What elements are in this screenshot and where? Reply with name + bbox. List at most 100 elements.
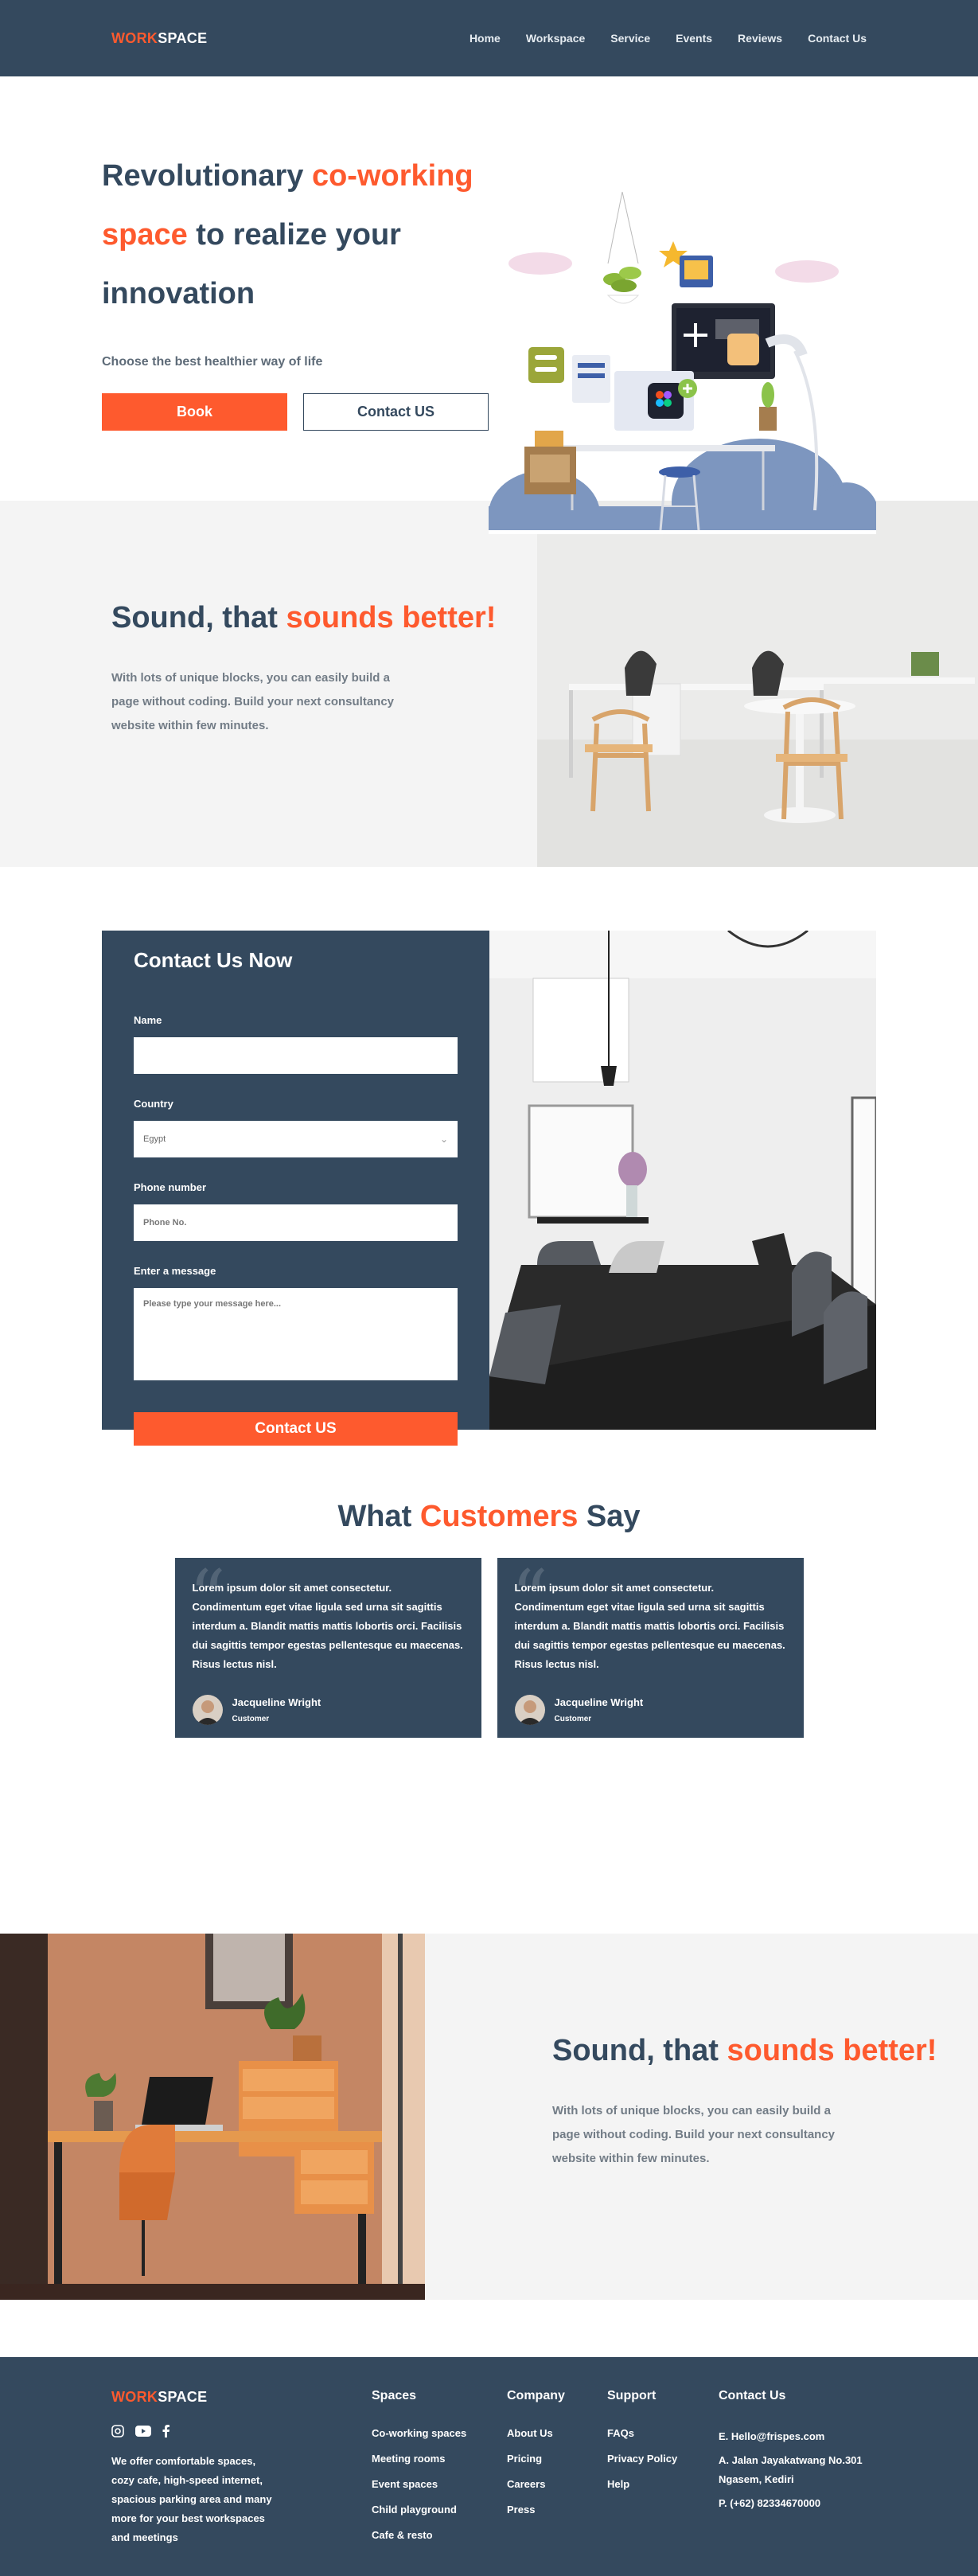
nav-reviews[interactable]: Reviews: [738, 32, 782, 45]
social-links: [111, 2425, 372, 2437]
footer-link-pricing[interactable]: Pricing: [507, 2453, 607, 2465]
testimonial-role: Customer: [232, 1715, 270, 1723]
nav-service[interactable]: Service: [610, 32, 650, 45]
footer-phone: P. (+62) 82334670000: [719, 2497, 821, 2509]
footer-link-child-playground[interactable]: Child playground: [372, 2504, 507, 2516]
sound-title-2: Sound, that sounds better!: [552, 2021, 937, 2080]
footer-link-cafe-resto[interactable]: Cafe & resto: [372, 2529, 507, 2541]
nav-links: Home Workspace Service Events Reviews Co…: [470, 32, 867, 45]
sound-text-2: Sound, that sounds better! With lots of …: [425, 1934, 937, 2300]
testimonial-person: Jacqueline Wright Customer: [514, 1695, 786, 1725]
sound-section-1: Sound, that sounds better! With lots of …: [0, 501, 978, 867]
country-value: Egypt: [143, 1134, 166, 1144]
sound-section-2: Sound, that sounds better! With lots of …: [0, 1934, 978, 2300]
hero-buttons: Book Contact US: [102, 393, 500, 431]
desk-photo: [0, 1934, 425, 2300]
footer-link-faqs[interactable]: FAQs: [607, 2427, 719, 2439]
hero-section: Revolutionary co-working space to realiz…: [0, 76, 978, 534]
logo-part-space: SPACE: [158, 29, 208, 46]
footer-email: E. Hello@frispes.com: [719, 2430, 825, 2442]
footer-col-contact: Contact Us E. Hello@frispes.com A. Jalan…: [719, 2389, 870, 2576]
sound-title-1: Sound, that sounds better!: [111, 588, 537, 647]
hero-contact-button[interactable]: Contact US: [303, 393, 489, 431]
nav-home[interactable]: Home: [470, 32, 501, 45]
testimonial-name: Jacqueline Wright: [232, 1696, 321, 1708]
phone-placeholder: Phone No.: [143, 1218, 187, 1228]
footer-brand: WORKSPACE We offer comfortable spaces, c…: [111, 2389, 372, 2576]
hero-title-part1: Revolutionary: [102, 159, 312, 193]
footer-col-support: Support FAQs Privacy Policy Help: [607, 2389, 719, 2576]
sound2-title-part1: Sound, that: [552, 2034, 727, 2067]
footer-link-privacy[interactable]: Privacy Policy: [607, 2453, 719, 2465]
testimonials-title-accent: Customers: [419, 1500, 579, 1533]
nav-workspace[interactable]: Workspace: [526, 32, 585, 45]
footer-link-about[interactable]: About Us: [507, 2427, 607, 2439]
youtube-icon[interactable]: [135, 2426, 151, 2437]
contact-section: Contact Us Now Name Country Egypt ⌄ Phon…: [0, 867, 978, 1500]
sound1-title-part1: Sound, that: [111, 601, 286, 634]
hero-text: Revolutionary co-working space to realiz…: [102, 146, 500, 431]
facebook-icon[interactable]: [162, 2425, 170, 2437]
logo-part-work: WORK: [111, 29, 158, 46]
sound-body-2: With lots of unique blocks, you can easi…: [552, 2104, 836, 2165]
message-label: Enter a message: [134, 1265, 216, 1277]
book-button[interactable]: Book: [102, 393, 287, 431]
footer-link-meeting-rooms[interactable]: Meeting rooms: [372, 2453, 507, 2465]
testimonial-text: Lorem ipsum dolor sit amet consectetur. …: [514, 1582, 785, 1670]
footer-link-careers[interactable]: Careers: [507, 2478, 607, 2490]
nav-contact-us[interactable]: Contact Us: [808, 32, 867, 45]
footer-col-company: Company About Us Pricing Careers Press: [507, 2389, 607, 2576]
testimonial-role: Customer: [554, 1715, 592, 1723]
testimonial-text: Lorem ipsum dolor sit amet consectetur. …: [192, 1582, 463, 1670]
footer-logo[interactable]: WORKSPACE: [111, 2389, 372, 2406]
testimonial-person: Jacqueline Wright Customer: [192, 1695, 464, 1725]
hero-subtitle: Choose the best healthier way of life: [102, 355, 323, 369]
hero-title: Revolutionary co-working space to realiz…: [102, 146, 500, 323]
footer-address: A. Jalan Jayakatwang No.301 Ngasem, Kedi…: [719, 2454, 863, 2485]
footer-spaces-title: Spaces: [372, 2389, 417, 2402]
footer-support-title: Support: [607, 2389, 657, 2402]
top-navbar: WORKSPACE Home Workspace Service Events …: [0, 0, 978, 76]
footer-logo-space: SPACE: [158, 2389, 208, 2405]
message-field[interactable]: Please type your message here...: [134, 1288, 458, 1380]
footer-link-coworking[interactable]: Co-working spaces: [372, 2427, 507, 2439]
office-photo: [537, 501, 978, 867]
contact-submit-button[interactable]: Contact US: [134, 1412, 458, 1446]
testimonials-section: What Customers Say “ Lorem ipsum dolor s…: [0, 1500, 978, 1934]
testimonials-title-part1: What: [337, 1500, 420, 1533]
country-select[interactable]: Egypt ⌄: [134, 1121, 458, 1157]
nav-events[interactable]: Events: [676, 32, 712, 45]
phone-field[interactable]: Phone No.: [134, 1204, 458, 1241]
avatar: [514, 1695, 545, 1725]
name-label: Name: [134, 1014, 162, 1026]
footer-link-press[interactable]: Press: [507, 2504, 607, 2516]
contact-title: Contact Us Now: [134, 948, 293, 972]
phone-label: Phone number: [134, 1181, 207, 1193]
testimonial-name: Jacqueline Wright: [554, 1696, 644, 1708]
footer-col-spaces: Spaces Co-working spaces Meeting rooms E…: [372, 2389, 507, 2576]
contact-form: Contact Us Now Name Country Egypt ⌄ Phon…: [102, 931, 489, 1446]
instagram-icon[interactable]: [111, 2425, 124, 2437]
testimonial-card: “ Lorem ipsum dolor sit amet consectetur…: [174, 1558, 481, 1738]
hero-illustration: [489, 192, 876, 534]
chevron-down-icon: ⌄: [439, 1134, 448, 1145]
logo[interactable]: WORKSPACE: [111, 30, 207, 47]
sound2-title-accent: sounds better!: [727, 2034, 937, 2067]
sound1-title-accent: sounds better!: [286, 601, 497, 634]
footer-company-title: Company: [507, 2389, 565, 2402]
footer-link-event-spaces[interactable]: Event spaces: [372, 2478, 507, 2490]
testimonial-card: “ Lorem ipsum dolor sit amet consectetur…: [497, 1558, 804, 1738]
testimonials-title-part2: Say: [578, 1500, 641, 1533]
footer-description: We offer comfortable spaces, cozy cafe, …: [111, 2455, 272, 2543]
avatar: [192, 1695, 223, 1725]
footer: WORKSPACE We offer comfortable spaces, c…: [0, 2357, 978, 2576]
sound-body-1: With lots of unique blocks, you can easi…: [111, 671, 395, 732]
message-placeholder: Please type your message here...: [143, 1299, 282, 1309]
country-label: Country: [134, 1098, 173, 1110]
footer-link-help[interactable]: Help: [607, 2478, 719, 2490]
name-field[interactable]: [134, 1037, 458, 1074]
sound-text-1: Sound, that sounds better! With lots of …: [0, 501, 537, 867]
testimonials-title: What Customers Say: [0, 1500, 978, 1534]
contact-wrapper: Contact Us Now Name Country Egypt ⌄ Phon…: [102, 931, 876, 1446]
